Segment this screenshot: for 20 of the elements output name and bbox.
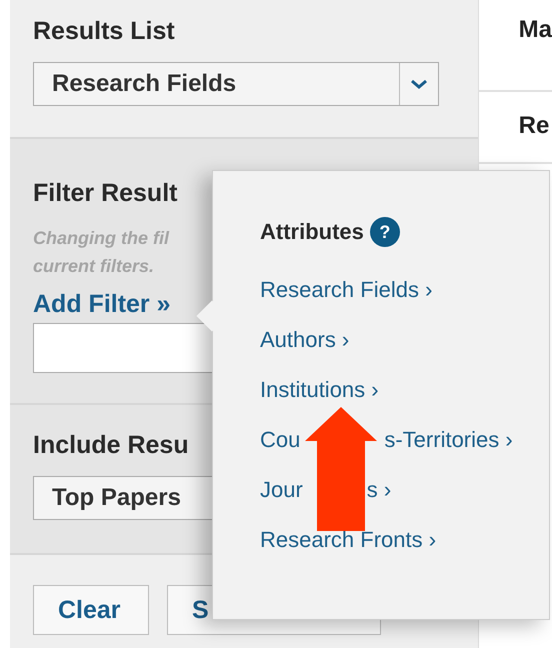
panel-heading: Ma [518,16,552,43]
attribute-link[interactable]: Research Fronts › [260,523,436,557]
attribute-link[interactable]: s-Territories › [384,423,513,457]
hint-text: current filters. [33,255,154,278]
help-icon[interactable]: ? [370,217,400,247]
section-title: Include Resu [33,431,189,460]
attribute-link[interactable]: Institutions › [260,373,379,407]
attribute-link[interactable]: Research Fields › [260,273,432,307]
section-title: Filter Result [33,179,178,208]
attribute-link[interactable]: Jour [260,473,303,507]
panel-heading: Re [518,112,550,139]
section-title: Results List [33,17,175,46]
chevron-down-icon [410,79,428,89]
attribute-link[interactable]: Cou [260,423,300,457]
attribute-link[interactable]: s › [366,473,392,507]
hint-text: Changing the fil [33,227,169,250]
attribute-link[interactable]: Authors › [260,323,350,357]
clear-button[interactable]: Clear [33,585,149,635]
results-select[interactable]: Research Fields [33,62,439,106]
popup-title: Attributes [260,219,364,245]
